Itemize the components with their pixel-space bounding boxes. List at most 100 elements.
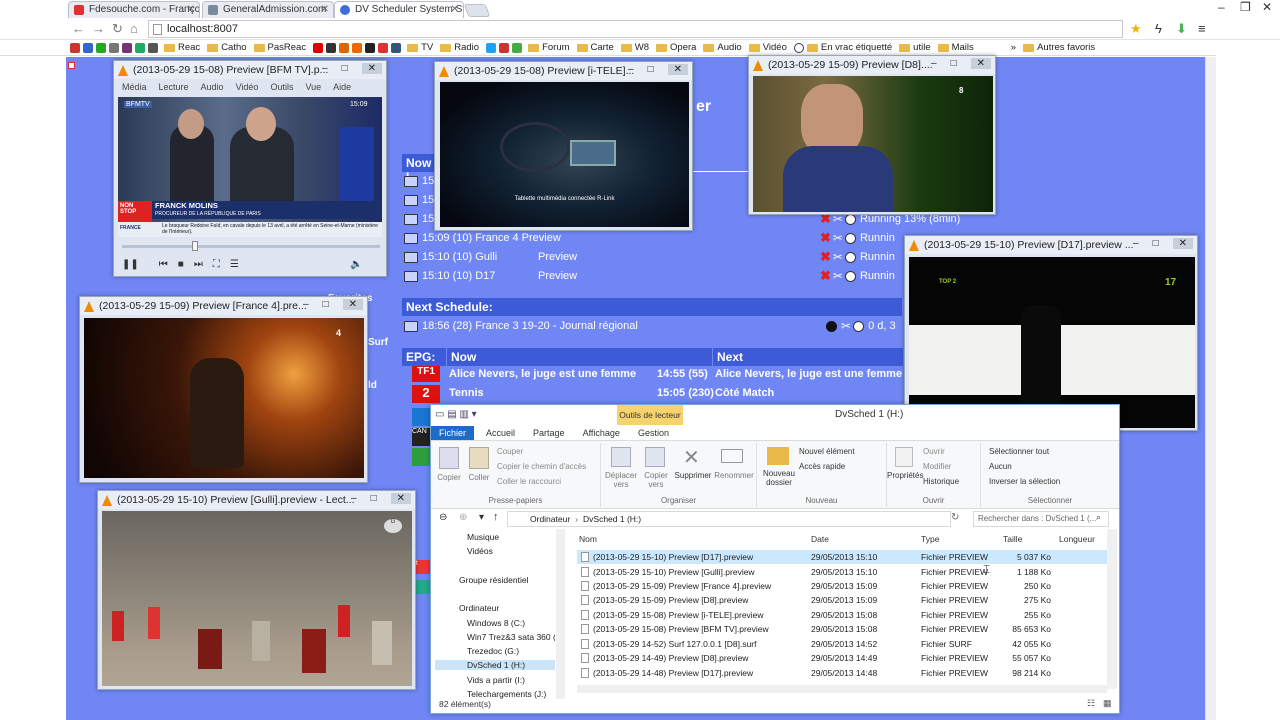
close-icon[interactable]: ✕ xyxy=(667,64,688,75)
menu-outils[interactable]: Outils xyxy=(270,82,293,92)
bookmark-icon[interactable] xyxy=(352,42,363,53)
rename-button[interactable]: Renommer xyxy=(713,471,755,480)
copy-path-button[interactable]: Copier le chemin d'accès xyxy=(497,462,586,471)
forward-icon[interactable]: ⊕ xyxy=(459,512,467,523)
bookmark-icon[interactable] xyxy=(96,42,106,53)
maximize-icon[interactable]: □ xyxy=(342,63,348,74)
minimize-icon[interactable]: – xyxy=(1218,0,1225,14)
tab-close-icon[interactable]: ✕ xyxy=(451,4,459,15)
nav-item-homegroup[interactable]: Groupe résidentiel xyxy=(435,575,555,585)
nav-item-drive-j[interactable]: Telechargements (J:) xyxy=(435,689,555,699)
close-icon[interactable]: ✕ xyxy=(342,299,363,310)
vlc-window-itele[interactable]: (2013-05-29 15-08) Preview [i-TELE]... –… xyxy=(434,61,693,231)
close-icon[interactable]: ✕ xyxy=(1262,0,1272,14)
bookmark-icon[interactable] xyxy=(122,42,132,53)
other-bookmarks[interactable]: Autres favoris xyxy=(1023,42,1095,53)
nav-item-music[interactable]: Musique xyxy=(435,532,555,542)
minimize-icon[interactable]: – xyxy=(931,58,937,69)
bookmark-folder[interactable]: En vrac étiquetté xyxy=(806,42,892,53)
paste-shortcut-button[interactable]: Coller le raccourci xyxy=(497,477,561,486)
cut-button[interactable]: Couper xyxy=(497,447,523,456)
forward-icon[interactable]: → xyxy=(92,21,105,36)
bookmark-folder[interactable]: TV xyxy=(407,42,433,53)
fullscreen-icon[interactable]: ⛶ xyxy=(213,259,220,270)
bookmark-folder[interactable]: Opera xyxy=(656,42,696,53)
bookmarks-overflow[interactable]: » xyxy=(1011,42,1016,53)
column-name[interactable]: Nom xyxy=(579,534,597,544)
file-row[interactable]: (2013-05-29 14-49) Preview [D8].preview 2… xyxy=(577,651,1107,665)
epg-next-program[interactable]: Alice Nevers, le juge est une femme xyxy=(715,365,902,383)
epg-now-program[interactable]: Alice Nevers, le juge est une femme xyxy=(449,365,636,383)
page-scrollbar[interactable] xyxy=(1205,57,1216,720)
explorer-titlebar[interactable]: ▭ ▤ ▥ ▾ Outils de lecteur DvSched 1 (H:) xyxy=(431,405,1119,425)
stop-icon[interactable]: ■ xyxy=(178,259,184,270)
up-icon[interactable]: ↑ xyxy=(493,511,499,523)
next-schedule-row[interactable]: 18:56 (28) France 3 19-20 - Journal régi… xyxy=(404,317,638,335)
nav-scrollbar[interactable] xyxy=(556,529,564,699)
bookmark-folder[interactable]: Audio xyxy=(703,42,742,53)
paste-button[interactable]: Coller xyxy=(465,473,493,482)
tab-close-icon[interactable]: ✕ xyxy=(321,4,329,15)
lightning-icon[interactable]: ϟ xyxy=(1155,21,1162,36)
explorer-path[interactable]: Ordinateur › DvSched 1 (H:) xyxy=(507,511,951,527)
quick-access-icon[interactable]: ▭ ▤ ▥ ▾ xyxy=(435,409,477,420)
play-icon[interactable] xyxy=(326,42,337,53)
delete-icon[interactable]: ✖ xyxy=(820,230,831,246)
minimize-icon[interactable]: – xyxy=(628,64,634,75)
nav-item-computer[interactable]: Ordinateur xyxy=(435,603,555,613)
nav-item-drive-c[interactable]: Windows 8 (C:) xyxy=(435,618,555,628)
vlc-window-d17[interactable]: (2013-05-29 15-10) Preview [D17].preview… xyxy=(904,235,1198,431)
bookmark-folder[interactable]: Catho xyxy=(207,42,247,53)
easy-access-button[interactable]: Accès rapide xyxy=(799,462,845,471)
menu-video[interactable]: Vidéo xyxy=(236,82,259,92)
bookmark-folder[interactable]: Reac xyxy=(164,42,200,53)
epg-now-program[interactable]: Tennis xyxy=(449,384,484,402)
browser-tab-3[interactable]: DV Scheduler System Stati ✕ xyxy=(334,1,464,18)
menu-audio[interactable]: Audio xyxy=(201,82,224,92)
tools-icon[interactable]: ✂ xyxy=(833,269,843,283)
column-date[interactable]: Date xyxy=(811,534,829,544)
now-row[interactable]: 15:10 (10) Gulli Preview xyxy=(404,248,577,266)
refresh-icon[interactable]: ↻ xyxy=(951,512,959,523)
edit-button[interactable]: Modifier xyxy=(923,462,951,471)
file-row[interactable]: (2013-05-29 14-48) Preview [D17].preview… xyxy=(577,666,1107,680)
bookmark-folder[interactable]: PasReac xyxy=(253,42,306,53)
copy-to-button[interactable]: Copier vers xyxy=(639,471,673,489)
close-icon[interactable]: ✕ xyxy=(970,58,991,69)
seek-handle[interactable] xyxy=(192,241,198,251)
record-dot-icon[interactable] xyxy=(826,320,837,332)
bookmark-icon[interactable] xyxy=(148,42,158,53)
nav-item-videos[interactable]: Vidéos xyxy=(435,546,555,556)
select-all-button[interactable]: Sélectionner tout xyxy=(989,447,1049,456)
new-folder-button[interactable]: Nouveau dossier xyxy=(759,469,799,487)
bookmark-folder[interactable]: utile xyxy=(899,42,931,53)
file-row[interactable]: (2013-05-29 14-52) Surf 127.0.0.1 [D8].s… xyxy=(577,637,1107,651)
select-none-button[interactable]: Aucun xyxy=(989,462,1012,471)
large-icons-view-icon[interactable]: ▦ xyxy=(1103,698,1112,709)
delete-button[interactable]: Supprimer xyxy=(673,471,713,480)
move-to-button[interactable]: Déplacer vers xyxy=(603,471,639,489)
menu-lecture[interactable]: Lecture xyxy=(159,82,189,92)
maximize-icon[interactable]: ❐ xyxy=(1240,0,1251,14)
close-icon[interactable]: ✕ xyxy=(1172,238,1193,249)
menu-icon[interactable]: ≡ xyxy=(1198,21,1206,36)
recent-icon[interactable]: ▾ xyxy=(479,512,484,523)
menu-vue[interactable]: Vue xyxy=(305,82,321,92)
next-icon[interactable]: ⏭ xyxy=(194,259,203,270)
horizontal-scrollbar[interactable] xyxy=(577,685,1107,693)
properties-button[interactable]: Propriétés xyxy=(887,471,923,480)
tab-partage[interactable]: Partage xyxy=(533,428,565,438)
file-row[interactable]: (2013-05-29 15-10) Preview [Gulli].previ… xyxy=(577,565,1107,579)
tab-close-icon[interactable]: ✕ xyxy=(187,4,195,15)
tab-accueil[interactable]: Accueil xyxy=(486,428,515,438)
minimize-icon[interactable]: – xyxy=(322,63,328,74)
tools-icon[interactable]: ✂ xyxy=(833,231,843,245)
maximize-icon[interactable]: □ xyxy=(648,64,654,75)
now-row[interactable]: 15:09 (10) France 4 Preview xyxy=(404,229,561,247)
browser-tab-2[interactable]: GeneralAdmission.com ✕ xyxy=(202,1,334,18)
playlist-icon[interactable]: ☰ xyxy=(230,259,239,270)
maximize-icon[interactable]: □ xyxy=(1153,238,1159,249)
vlc-window-france4[interactable]: (2013-05-29 15-09) Preview [France 4].pr… xyxy=(79,296,368,483)
bookmark-folder[interactable]: Forum xyxy=(528,42,570,53)
address-bar[interactable]: localhost:8007 xyxy=(148,20,1123,38)
